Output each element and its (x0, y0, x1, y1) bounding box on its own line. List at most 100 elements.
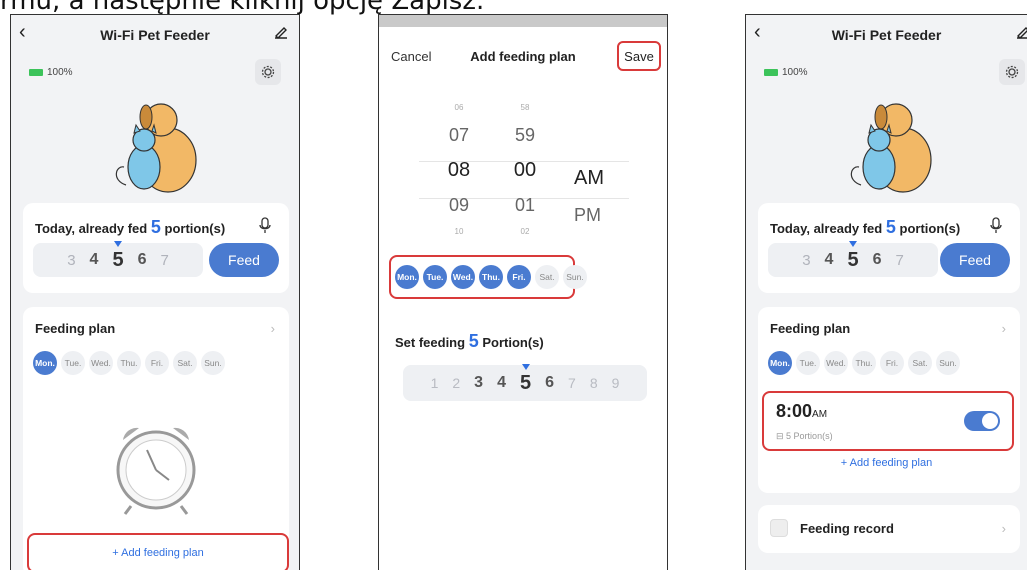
feed-button[interactable]: Feed (209, 243, 279, 277)
picker-option[interactable]: 8 (590, 375, 598, 391)
day-sat[interactable]: Sat. (908, 351, 932, 375)
minute-wheel[interactable]: 58 59 00 01 02 (505, 97, 545, 243)
screen-home-after: ‹ Wi-Fi Pet Feeder 100% Today, already f… (745, 14, 1027, 570)
day-mon[interactable]: Mon. (768, 351, 792, 375)
gear-icon (261, 65, 275, 79)
day-selector: Mon. Tue. Wed. Thu. Fri. Sat. Sun. (768, 351, 960, 375)
day-mon[interactable]: Mon. (33, 351, 57, 375)
day-fri[interactable]: Fri. (880, 351, 904, 375)
minute-option[interactable]: 02 (505, 221, 545, 243)
picker-option[interactable]: 4 (497, 374, 506, 392)
day-thu[interactable]: Thu. (117, 351, 141, 375)
minute-option[interactable]: 59 (505, 119, 545, 151)
chevron-right-icon[interactable]: › (271, 321, 275, 336)
fed-prefix: Today, already fed (35, 221, 148, 236)
day-tue[interactable]: Tue. (423, 265, 447, 289)
feeding-plan-item[interactable]: 8:00AM ⊟ 5 Portion(s) (762, 391, 1014, 451)
screen-home-before: ‹ Wi-Fi Pet Feeder 100% Today, already f… (10, 14, 300, 570)
battery-status: 100% (29, 67, 73, 78)
plan-portions: ⊟ 5 Portion(s) (776, 431, 833, 442)
set-suffix: Portion(s) (482, 335, 544, 350)
day-selector: Mon. Tue. Wed. Thu. Fri. Sat. Sun. (395, 265, 587, 289)
portion-picker[interactable]: 1 2 3 4 5 6 7 8 9 (403, 363, 647, 401)
microphone-icon[interactable] (255, 215, 275, 235)
settings-button[interactable] (255, 59, 281, 85)
hour-wheel[interactable]: 06 07 08 09 10 (439, 97, 479, 243)
hour-option[interactable]: 07 (439, 119, 479, 151)
picker-option[interactable]: 6 (873, 251, 882, 269)
chevron-right-icon[interactable]: › (1002, 521, 1006, 536)
picker-option[interactable]: 7 (895, 252, 903, 269)
day-fri[interactable]: Fri. (507, 265, 531, 289)
feeding-record-row[interactable]: Feeding record › (758, 505, 1020, 553)
ampm-selected[interactable]: AM (574, 167, 604, 190)
plan-time-value: 8:00 (776, 401, 813, 421)
picker-option[interactable]: 6 (545, 374, 554, 392)
hour-option[interactable]: 09 (439, 189, 479, 221)
fed-suffix: portion(s) (899, 221, 961, 236)
plan-toggle[interactable] (964, 411, 1000, 431)
alarm-clock-illustration (116, 427, 196, 515)
portion-picker[interactable]: 3 4 5 6 7 (768, 240, 938, 277)
page-title: Wi-Fi Pet Feeder (100, 27, 210, 43)
plan-ampm: AM (812, 409, 828, 420)
picker-option[interactable]: 4 (90, 251, 99, 269)
day-sat[interactable]: Sat. (173, 351, 197, 375)
save-button[interactable]: Save (617, 41, 661, 71)
day-tue[interactable]: Tue. (796, 351, 820, 375)
settings-button[interactable] (999, 59, 1025, 85)
day-wed[interactable]: Wed. (89, 351, 113, 375)
picker-option[interactable]: 7 (568, 375, 576, 391)
picker-selected[interactable]: 5 (112, 240, 124, 272)
minute-option[interactable]: 01 (505, 189, 545, 221)
portion-picker[interactable]: 3 4 5 6 7 (33, 240, 203, 277)
screen-add-feeding-plan: Cancel Add feeding plan Save 06 07 08 09… (378, 14, 668, 570)
header: ‹ Wi-Fi Pet Feeder (11, 15, 299, 55)
minute-selected[interactable]: 00 (505, 151, 545, 189)
day-sat[interactable]: Sat. (535, 265, 559, 289)
picker-option[interactable]: 3 (67, 252, 75, 269)
day-wed[interactable]: Wed. (824, 351, 848, 375)
day-sun[interactable]: Sun. (936, 351, 960, 375)
chevron-right-icon[interactable]: › (1002, 321, 1006, 336)
battery-label: 100% (47, 67, 73, 78)
picker-option[interactable]: 3 (802, 252, 810, 269)
add-feeding-plan-button[interactable]: + Add feeding plan (746, 457, 1027, 469)
hour-option[interactable]: 10 (439, 221, 479, 243)
picker-selected[interactable]: 5 (847, 240, 859, 272)
picker-option[interactable]: 2 (452, 375, 460, 391)
picker-option[interactable]: 1 (431, 375, 439, 391)
day-sun[interactable]: Sun. (201, 351, 225, 375)
ampm-option[interactable]: PM (574, 205, 601, 226)
picker-option[interactable]: 7 (160, 252, 168, 269)
hour-selected[interactable]: 08 (439, 151, 479, 189)
picker-option[interactable]: 3 (474, 374, 483, 392)
battery-icon (764, 69, 778, 76)
add-feeding-plan-button[interactable]: + Add feeding plan (27, 533, 289, 570)
day-wed[interactable]: Wed. (451, 265, 475, 289)
fed-status: Today, already fed 5 portion(s) (770, 217, 960, 238)
microphone-icon[interactable] (986, 215, 1006, 235)
feed-button[interactable]: Feed (940, 243, 1010, 277)
edit-icon[interactable] (1015, 23, 1027, 39)
feed-card: Today, already fed 5 portion(s) 3 4 5 6 … (758, 203, 1020, 293)
hour-option[interactable]: 06 (439, 97, 479, 119)
bowl-icon: ⊟ (776, 431, 787, 441)
day-thu[interactable]: Thu. (852, 351, 876, 375)
picker-option[interactable]: 4 (825, 251, 834, 269)
fed-count: 5 (150, 217, 161, 237)
battery-icon (29, 69, 43, 76)
edit-icon[interactable] (273, 23, 289, 39)
day-fri[interactable]: Fri. (145, 351, 169, 375)
day-thu[interactable]: Thu. (479, 265, 503, 289)
day-mon[interactable]: Mon. (395, 265, 419, 289)
day-tue[interactable]: Tue. (61, 351, 85, 375)
record-icon (770, 519, 788, 537)
minute-option[interactable]: 58 (505, 97, 545, 119)
header: Cancel Add feeding plan Save (379, 15, 667, 75)
picker-selected[interactable]: 5 (520, 363, 531, 395)
set-count: 5 (468, 331, 479, 351)
picker-option[interactable]: 6 (138, 251, 147, 269)
day-sun[interactable]: Sun. (563, 265, 587, 289)
picker-option[interactable]: 9 (612, 375, 620, 391)
